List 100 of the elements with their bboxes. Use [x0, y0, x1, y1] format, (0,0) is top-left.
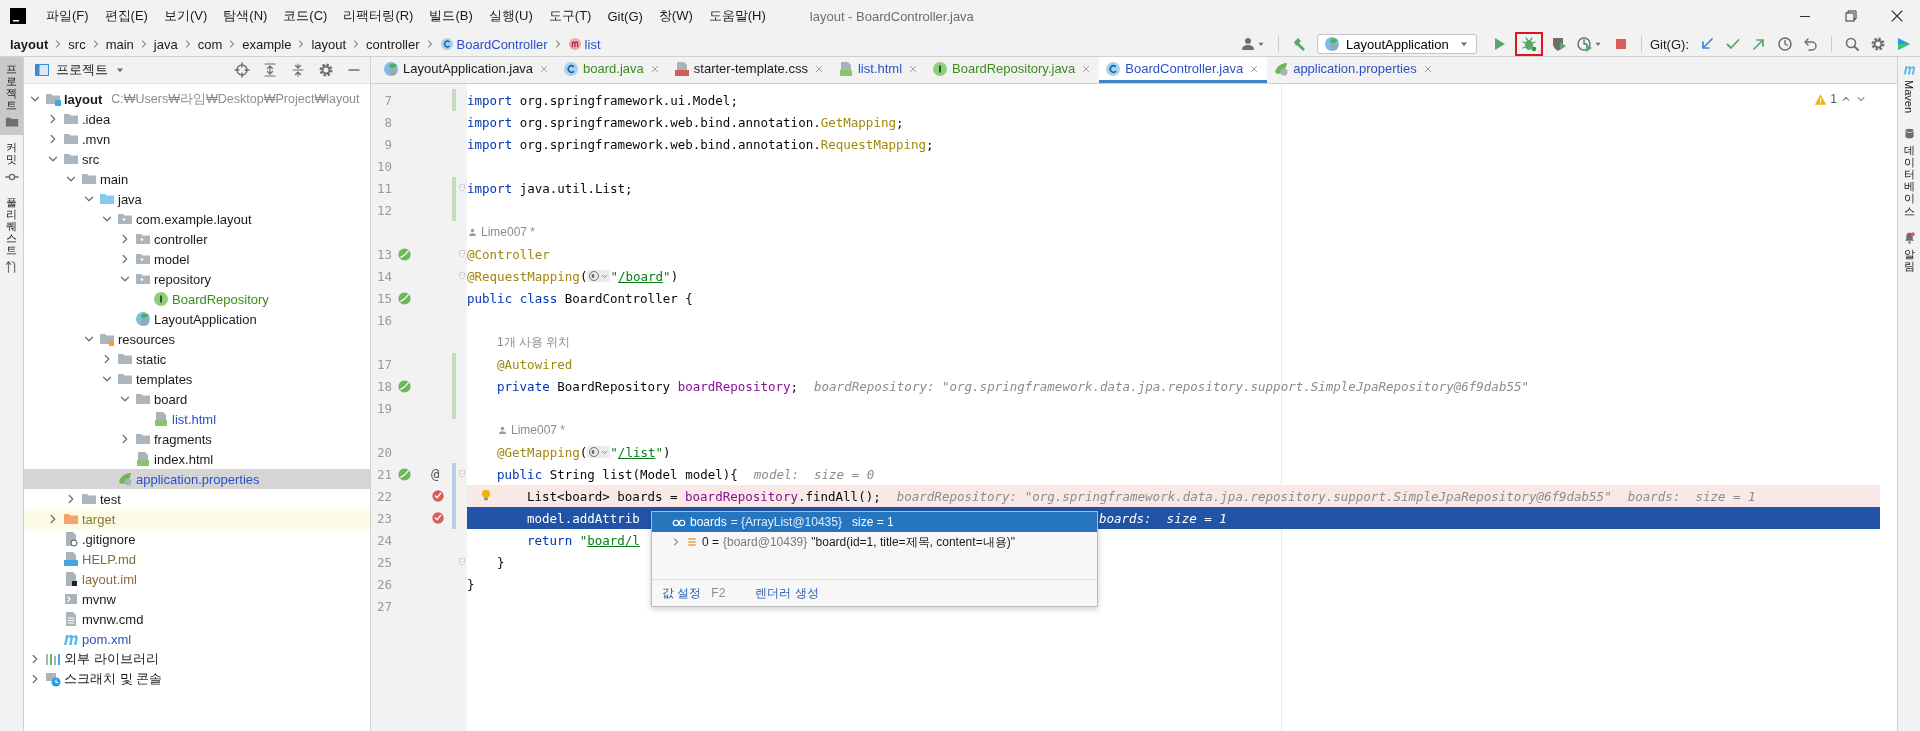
editor-tab[interactable]: BoardController.java — [1099, 57, 1268, 83]
tree-item[interactable]: java — [118, 191, 142, 207]
tree-item[interactable]: board — [154, 391, 188, 407]
tool-window-tab[interactable]: Maven — [1902, 63, 1916, 114]
tree-item[interactable]: controller — [154, 231, 208, 247]
editor-tab[interactable]: starter-template.css — [667, 57, 832, 83]
popup-action-link[interactable]: 값 설정 — [662, 584, 702, 602]
tree-item[interactable]: mvnw.cmd — [82, 611, 144, 627]
tree-item[interactable]: .idea — [82, 111, 111, 127]
fold-marker-icon[interactable] — [457, 557, 467, 567]
menu-item[interactable]: 편집(E) — [96, 7, 156, 25]
editor-tab[interactable]: list.html — [831, 57, 927, 83]
warning-count[interactable]: 1 — [1830, 92, 1837, 106]
menu-item[interactable]: 빌드(B) — [421, 7, 481, 25]
expand-all-icon[interactable] — [262, 62, 278, 78]
bean-icon[interactable] — [397, 466, 412, 482]
tree-item[interactable]: layout.iml — [82, 571, 137, 587]
stop-icon[interactable] — [1613, 36, 1629, 52]
tree-item[interactable]: 스크래치 및 콘솔 — [64, 670, 163, 688]
breadcrumb-item[interactable]: controller — [366, 36, 420, 52]
plugin-logo-icon[interactable] — [1896, 36, 1912, 52]
bean-icon[interactable] — [397, 378, 412, 394]
breadcrumb-item[interactable]: src — [68, 36, 86, 52]
author-hint[interactable]: Lime007 * — [511, 423, 566, 437]
change-marker[interactable] — [452, 463, 456, 485]
breakpoint-icon[interactable] — [431, 511, 445, 525]
tree-item[interactable]: repository — [154, 271, 212, 287]
breadcrumb-item[interactable]: list — [584, 36, 601, 52]
settings-icon[interactable] — [318, 62, 334, 78]
menu-item[interactable]: 탐색(N) — [215, 7, 276, 25]
editor-tab[interactable]: LayoutApplication.java — [377, 57, 558, 83]
breakpoint-icon[interactable] — [431, 489, 445, 503]
menu-item[interactable]: 코드(C) — [275, 7, 336, 25]
fold-marker-icon[interactable] — [457, 271, 467, 281]
settings-icon[interactable] — [1870, 36, 1886, 52]
search-icon[interactable] — [1844, 36, 1860, 52]
profiler-icon[interactable] — [1577, 36, 1593, 52]
breadcrumb-item[interactable]: BoardController — [456, 36, 548, 52]
tool-window-tab[interactable]: 풀 리퀘스트 — [0, 189, 23, 281]
bean-icon[interactable] — [397, 246, 412, 262]
tree-item[interactable]: list.html — [172, 411, 217, 427]
tree-item[interactable]: .mvn — [82, 131, 111, 147]
breadcrumb-item[interactable]: layout — [311, 36, 347, 52]
menu-item[interactable]: 보기(V) — [155, 7, 216, 25]
coverage-icon[interactable] — [1551, 36, 1567, 52]
fold-marker-icon[interactable] — [457, 249, 467, 259]
tree-item[interactable]: model — [154, 251, 190, 267]
editor-tab[interactable]: board.java — [557, 57, 668, 83]
menu-item[interactable]: 파일(F) — [38, 7, 97, 25]
breadcrumb-item[interactable]: com — [197, 36, 223, 52]
usages-hint[interactable]: 1개 사용 위치 — [497, 333, 571, 351]
tool-window-tab[interactable]: 알림 — [1902, 230, 1916, 272]
menu-item[interactable]: 도움말(H) — [700, 7, 774, 25]
breadcrumb-item[interactable]: example — [242, 36, 292, 52]
tree-item[interactable]: main — [100, 171, 129, 187]
tree-item[interactable]: index.html — [154, 451, 214, 467]
fold-marker-icon[interactable] — [457, 183, 467, 193]
menu-item[interactable]: 창(W) — [650, 7, 701, 25]
tree-item[interactable]: layout — [64, 91, 103, 107]
tool-window-tab[interactable]: 데이터베이스 — [1902, 127, 1916, 217]
panel-title[interactable]: 프로젝트 — [56, 61, 108, 79]
breadcrumb-item[interactable]: main — [105, 36, 134, 52]
breadcrumb-item[interactable]: layout — [10, 36, 49, 52]
tree-item[interactable]: pom.xml — [82, 631, 132, 647]
editor-tab[interactable]: application.properties — [1267, 57, 1441, 83]
push-arrow-icon[interactable] — [1751, 36, 1767, 52]
tree-item[interactable]: resources — [118, 331, 176, 347]
user-icon[interactable] — [1240, 36, 1256, 52]
tool-window-tab[interactable]: 커밋 — [0, 135, 23, 190]
url-link[interactable]: /board — [617, 268, 664, 284]
tree-item[interactable]: mvnw — [82, 591, 116, 607]
change-marker[interactable] — [452, 507, 456, 529]
tree-item[interactable]: LayoutApplication — [154, 311, 257, 327]
tree-item[interactable]: templates — [136, 371, 193, 387]
gutter-marker[interactable]: @ — [431, 466, 440, 482]
tree-item[interactable]: BoardRepository — [172, 291, 269, 307]
globe-icon[interactable] — [588, 446, 601, 458]
tree-item[interactable]: src — [82, 151, 100, 167]
popup-action-link[interactable]: 렌더러 생성 — [755, 584, 819, 602]
breadcrumb-item[interactable]: java — [153, 36, 178, 52]
tree-item[interactable]: static — [136, 351, 167, 367]
fold-marker-icon[interactable] — [457, 469, 467, 479]
change-marker[interactable] — [452, 353, 456, 375]
change-marker[interactable] — [452, 485, 456, 507]
change-marker[interactable] — [452, 375, 456, 397]
commit-check-icon[interactable] — [1725, 36, 1741, 52]
collapse-all-icon[interactable] — [290, 62, 306, 78]
tree-item[interactable]: HELP.md — [82, 551, 136, 567]
hammer-icon[interactable] — [1291, 36, 1307, 52]
bean-icon[interactable] — [397, 290, 412, 306]
bulb-icon[interactable] — [479, 488, 493, 502]
rollback-icon[interactable] — [1803, 36, 1819, 52]
tree-item[interactable]: .gitignore — [82, 531, 136, 547]
globe-icon[interactable] — [588, 270, 601, 282]
tree-item[interactable]: test — [100, 491, 121, 507]
tool-window-tab[interactable]: 프로젝트 — [0, 57, 23, 136]
change-marker[interactable] — [452, 89, 456, 111]
update-icon[interactable] — [1699, 36, 1715, 52]
change-marker[interactable] — [452, 397, 456, 419]
menu-item[interactable]: 실행(U) — [480, 7, 541, 25]
